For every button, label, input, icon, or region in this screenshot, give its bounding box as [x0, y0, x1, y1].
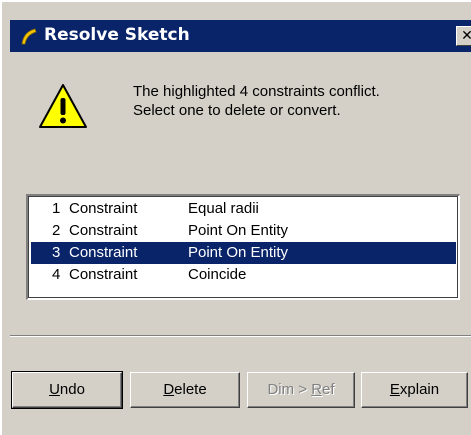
constraint-number: 1 [52, 200, 61, 217]
constraint-type: Constraint [69, 244, 138, 261]
title-bar[interactable]: Resolve Sketch ✕ [10, 20, 471, 52]
constraint-description: Equal radii [188, 200, 259, 217]
list-item[interactable]: 2 Constraint Point On Entity [31, 220, 456, 242]
explain-label: xplain [399, 381, 440, 398]
dim-ref-label: ef [322, 381, 335, 398]
delete-mnemonic: D [163, 381, 175, 398]
undo-button[interactable]: Undo [11, 371, 123, 409]
warning-icon [39, 84, 87, 128]
constraint-type: Constraint [69, 222, 138, 239]
constraint-description: Point On Entity [188, 222, 289, 239]
dim-ref-mnemonic: R [311, 381, 323, 398]
constraint-type: Constraint [69, 200, 138, 217]
list-item[interactable]: 4 Constraint Coincide [31, 264, 456, 286]
constraint-description: Point On Entity [188, 244, 289, 261]
undo-label: ndo [59, 381, 85, 398]
close-button[interactable]: ✕ [456, 26, 471, 46]
constraint-description: Coincide [188, 266, 247, 283]
delete-button[interactable]: Delete [130, 372, 240, 408]
constraint-number: 4 [52, 266, 61, 283]
separator [10, 335, 471, 337]
dim-ref-button[interactable]: Dim > Ref [247, 372, 355, 408]
dim-ref-prefix: Dim > [267, 381, 312, 398]
list-item-selected[interactable]: 3 Constraint Point On Entity [31, 242, 456, 264]
resolve-sketch-dialog: Resolve Sketch ✕ The highlighted 4 const… [0, 0, 471, 435]
conflict-message: The highlighted 4 constraints conflict. … [133, 82, 463, 120]
sketch-icon [21, 28, 37, 45]
constraint-number: 2 [52, 222, 61, 239]
constraint-type: Constraint [69, 266, 138, 283]
window-title: Resolve Sketch [44, 25, 190, 45]
explain-mnemonic: E [389, 381, 400, 398]
undo-mnemonic: U [49, 381, 60, 398]
constraints-list[interactable]: 1 Constraint Equal radii 2 Constraint Po… [26, 194, 460, 300]
constraint-number: 3 [52, 244, 61, 261]
message-line-2: Select one to delete or convert. [133, 102, 341, 119]
list-item[interactable]: 1 Constraint Equal radii [31, 198, 456, 220]
message-line-1: The highlighted 4 constraints conflict. [133, 83, 380, 100]
explain-button[interactable]: Explain [361, 372, 468, 408]
delete-label: elete [174, 381, 207, 398]
